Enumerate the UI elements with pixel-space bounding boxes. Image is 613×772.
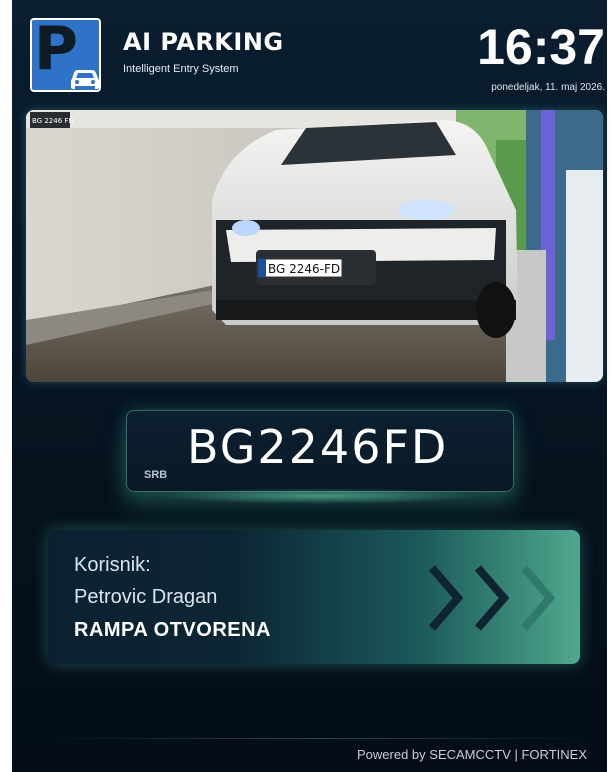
user-label: Korisnik: — [74, 554, 151, 576]
user-name: Petrovic Dragan — [74, 586, 218, 608]
plate-glow — [160, 488, 480, 504]
plate-country: SRB — [144, 469, 168, 481]
clock-time: 16:37 — [477, 19, 605, 75]
footer-divider — [40, 738, 600, 739]
access-status-panel: Korisnik: Petrovic Dragan RAMPA OTVORENA — [48, 530, 580, 664]
plate-display: SRB BG2246FD — [126, 410, 514, 492]
parking-logo: P — [30, 14, 101, 92]
camera-image: BG 2246-FD BG 2246 FD — [26, 110, 603, 382]
camera-plate-text: BG 2246-FD — [268, 262, 340, 276]
plate-number: BG2246FD — [187, 420, 449, 474]
clock-date: ponedeljak, 11. maj 2026. — [491, 82, 605, 93]
car-icon — [71, 70, 99, 89]
app-title: AI PARKING — [123, 28, 284, 56]
app-subtitle: Intelligent Entry System — [123, 63, 239, 75]
camera-corner-tag: BG 2246 FD — [32, 117, 74, 125]
chevron-right-icon — [428, 565, 556, 631]
gate-status: RAMPA OTVORENA — [74, 619, 271, 641]
footer-credit: Powered by SECAMCCTV | FORTINEX — [357, 747, 587, 762]
camera-feed: BG 2246-FD BG 2246 FD — [26, 110, 603, 382]
